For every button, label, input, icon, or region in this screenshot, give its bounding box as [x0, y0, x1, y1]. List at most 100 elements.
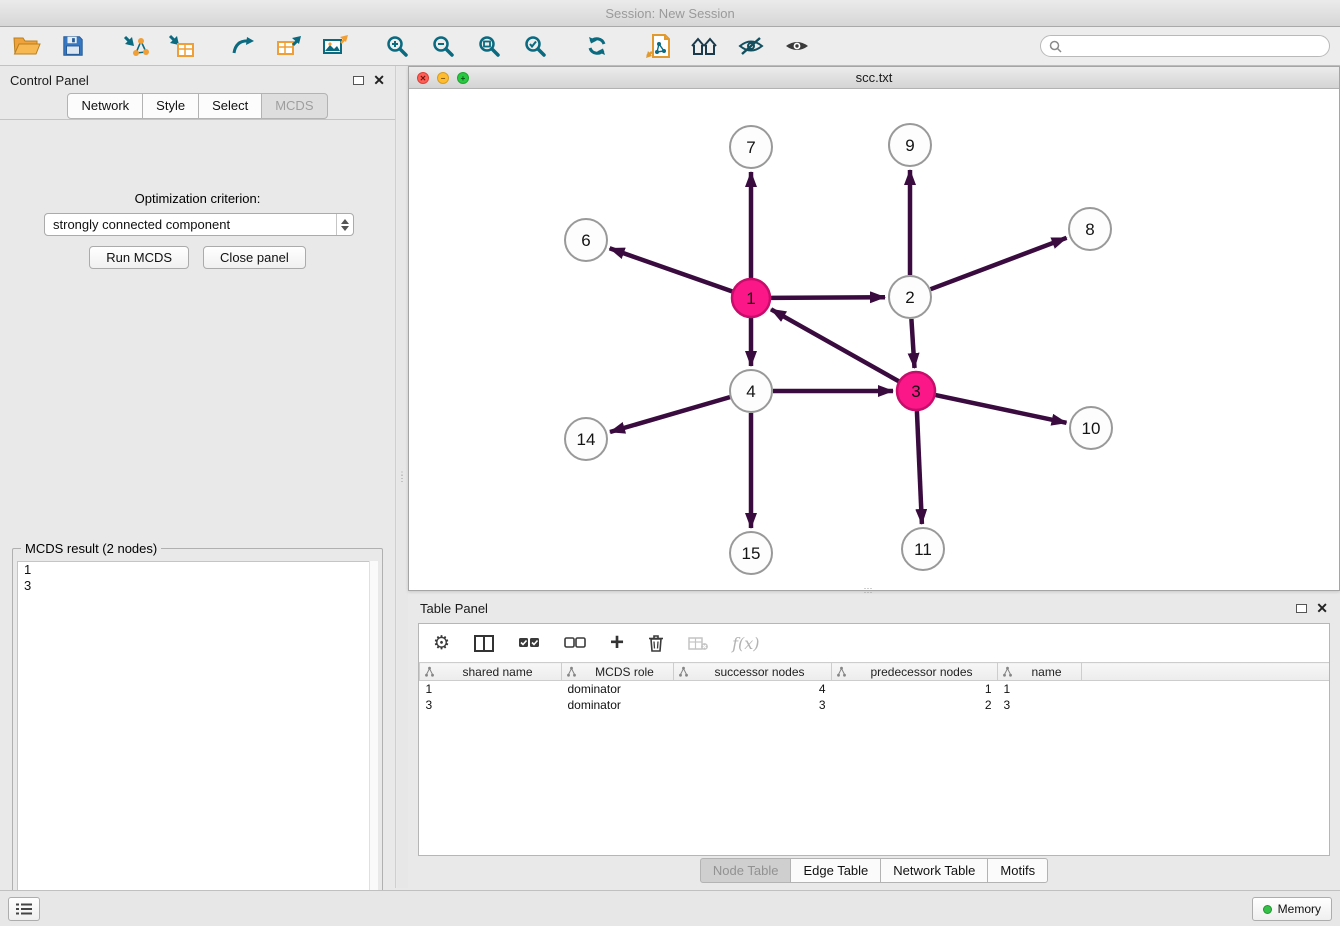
memory-button[interactable]: Memory [1252, 897, 1332, 921]
vertical-splitter[interactable]: ⋮⋮ [397, 66, 408, 888]
float-panel-icon[interactable] [353, 76, 364, 85]
mcds-result-list[interactable]: 13 [17, 561, 378, 919]
show-graphics-icon[interactable] [780, 30, 814, 62]
close-panel-button[interactable]: Close panel [203, 246, 306, 269]
graph-edge-3-10[interactable] [936, 395, 1067, 423]
graph-edge-2-8[interactable] [931, 238, 1067, 289]
import-network-from-file-icon[interactable] [118, 30, 152, 62]
svg-text:9: 9 [905, 136, 914, 155]
open-file-icon[interactable] [10, 30, 44, 62]
tab-motifs[interactable]: Motifs [987, 858, 1048, 883]
svg-text:2: 2 [905, 288, 914, 307]
horizontal-splitter-handle[interactable]: ⋯⋯ [858, 586, 878, 594]
misc-group [642, 30, 814, 62]
criterion-select[interactable]: strongly connected component [44, 213, 354, 236]
tab-network-table[interactable]: Network Table [880, 858, 988, 883]
window-title: Session: New Session [605, 6, 734, 21]
memory-status-icon [1263, 905, 1272, 914]
column-header-shared-name[interactable]: shared name [420, 663, 562, 681]
create-column-icon[interactable]: + [610, 633, 624, 653]
import-table-from-file-icon[interactable] [164, 30, 198, 62]
tab-mcds[interactable]: MCDS [261, 93, 327, 119]
memory-label: Memory [1278, 902, 1321, 916]
zoom-out-icon[interactable] [426, 30, 460, 62]
close-panel-icon[interactable]: ✕ [373, 73, 385, 87]
result-scrollbar[interactable] [369, 561, 378, 919]
unselect-all-columns-icon[interactable] [564, 636, 586, 650]
zoom-selected-icon[interactable] [518, 30, 552, 62]
network-window-titlebar: scc.txt ✕ − + [409, 67, 1339, 89]
delete-table-icon-disabled [688, 636, 708, 651]
delete-column-icon[interactable] [648, 634, 664, 653]
graph-node-6[interactable]: 6 [565, 219, 607, 261]
home-icon[interactable] [688, 30, 722, 62]
graph-edge-1-2[interactable] [771, 297, 885, 298]
graph-node-3[interactable]: 3 [897, 372, 935, 410]
search-input[interactable] [1067, 39, 1321, 53]
network-view-icon[interactable] [226, 30, 260, 62]
criterion-select-value: strongly connected component [45, 217, 336, 232]
export-table-icon[interactable] [272, 30, 306, 62]
search-box[interactable] [1040, 35, 1330, 57]
column-header-mcds-role[interactable]: MCDS role [562, 663, 674, 681]
tab-network[interactable]: Network [67, 93, 143, 119]
graph-edge-2-3[interactable] [911, 319, 914, 368]
titlebar: Session: New Session [0, 0, 1340, 27]
graph-node-2[interactable]: 2 [889, 276, 931, 318]
graph-node-7[interactable]: 7 [730, 126, 772, 168]
graph-edge-3-1[interactable] [771, 309, 899, 381]
zoom-fit-icon[interactable] [472, 30, 506, 62]
mcds-result-groupbox: MCDS result (2 nodes) 13 [12, 548, 383, 926]
show-columns-icon[interactable] [474, 635, 494, 652]
statusbar: Memory [0, 890, 1340, 926]
select-all-columns-icon[interactable] [518, 636, 540, 650]
graph-edge-4-14[interactable] [610, 397, 730, 432]
tab-select[interactable]: Select [198, 93, 262, 119]
table-panel-tabs: Node TableEdge TableNetwork TableMotifs [408, 858, 1340, 883]
column-header-predecessor-nodes[interactable]: predecessor nodes [832, 663, 998, 681]
svg-text:3: 3 [911, 382, 920, 401]
svg-text:14: 14 [577, 430, 596, 449]
close-table-panel-icon[interactable]: ✕ [1316, 601, 1328, 615]
graph-node-14[interactable]: 14 [565, 418, 607, 460]
table-panel-header: Table Panel ✕ [408, 595, 1340, 621]
hide-style-icon[interactable] [734, 30, 768, 62]
application-window: Session: New Session [0, 0, 1340, 926]
svg-text:6: 6 [581, 231, 590, 250]
graph-edge-1-6[interactable] [610, 248, 733, 291]
zoom-in-icon[interactable] [380, 30, 414, 62]
graph-node-1[interactable]: 1 [732, 279, 770, 317]
result-item[interactable]: 3 [18, 578, 377, 594]
column-header-name[interactable]: name [998, 663, 1082, 681]
run-mcds-button[interactable]: Run MCDS [89, 246, 189, 269]
main-toolbar [0, 27, 1340, 66]
column-header-successor-nodes[interactable]: successor nodes [674, 663, 832, 681]
export-image-icon[interactable] [318, 30, 352, 62]
save-session-icon[interactable] [56, 30, 90, 62]
svg-text:8: 8 [1085, 220, 1094, 239]
float-table-panel-icon[interactable] [1296, 604, 1307, 613]
document-network-icon[interactable] [642, 30, 676, 62]
result-item[interactable]: 1 [18, 562, 377, 578]
graph-node-9[interactable]: 9 [889, 124, 931, 166]
graph-node-8[interactable]: 8 [1069, 208, 1111, 250]
table-row[interactable]: 1dominator411 [420, 681, 1330, 697]
network-canvas[interactable]: 7 9 6 8 1 2 4 3 14 10 15 11 [409, 89, 1339, 590]
table-settings-icon[interactable]: ⚙ [433, 632, 450, 654]
table-toolbar: ⚙ + f(x) [419, 624, 1329, 662]
task-history-button[interactable] [8, 897, 40, 921]
tab-edge-table[interactable]: Edge Table [790, 858, 881, 883]
task-list-icon [16, 903, 32, 915]
graph-edge-3-11[interactable] [917, 411, 922, 524]
refresh-layout-icon[interactable] [580, 30, 614, 62]
search-icon [1049, 40, 1062, 53]
view-export-group [226, 30, 352, 62]
graph-node-10[interactable]: 10 [1070, 407, 1112, 449]
graph-node-15[interactable]: 15 [730, 532, 772, 574]
tab-style[interactable]: Style [142, 93, 199, 119]
network-graph[interactable]: 7 9 6 8 1 2 4 3 14 10 15 11 [409, 89, 1339, 590]
table-row[interactable]: 3dominator323 [420, 697, 1330, 713]
graph-node-11[interactable]: 11 [902, 528, 944, 570]
tab-node-table[interactable]: Node Table [700, 858, 792, 883]
graph-node-4[interactable]: 4 [730, 370, 772, 412]
